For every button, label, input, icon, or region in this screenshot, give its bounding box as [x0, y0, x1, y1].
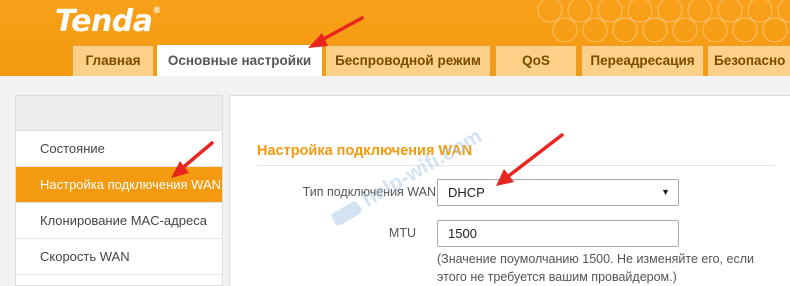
header-bar: Tenda® Главная Основные настройки Беспро…: [0, 0, 790, 76]
sidebar-item-mac-clone[interactable]: Клонирование MAC-адреса: [16, 203, 222, 239]
wan-type-label: Тип подключения WAN: [302, 185, 436, 199]
mtu-label: MTU: [388, 226, 416, 240]
tab-basic-settings[interactable]: Основные настройки: [157, 45, 322, 76]
tab-security[interactable]: Безопасно: [707, 45, 790, 76]
tab-qos[interactable]: QoS: [495, 45, 577, 76]
mtu-input[interactable]: 1500: [437, 220, 679, 247]
tab-home[interactable]: Главная: [72, 45, 154, 76]
mtu-hint: (Значение поумолчанию 1500. Не изменяйте…: [437, 252, 754, 284]
sidebar-item-wan-speed[interactable]: Скорость WAN: [16, 239, 222, 275]
main-panel: Настройка подключения WAN Тип подключени…: [229, 95, 790, 286]
tenda-logo: Tenda®: [55, 4, 162, 39]
sidebar: Состояние Настройка подключения WAN Клон…: [15, 95, 223, 286]
tab-port-forwarding[interactable]: Переадресация: [581, 45, 704, 76]
sidebar-item-status[interactable]: Состояние: [16, 131, 222, 167]
wan-type-value: DHCP: [448, 185, 485, 200]
section-divider: [257, 165, 775, 166]
section-title: Настройка подключения WAN: [257, 143, 473, 159]
chevron-down-icon: ▼: [661, 187, 670, 197]
sidebar-item-wan-setup[interactable]: Настройка подключения WAN: [16, 167, 222, 203]
tab-wireless[interactable]: Беспроводной режим: [325, 45, 491, 76]
wan-type-select[interactable]: DHCP ▼: [437, 179, 679, 206]
sidebar-header: [16, 96, 222, 131]
